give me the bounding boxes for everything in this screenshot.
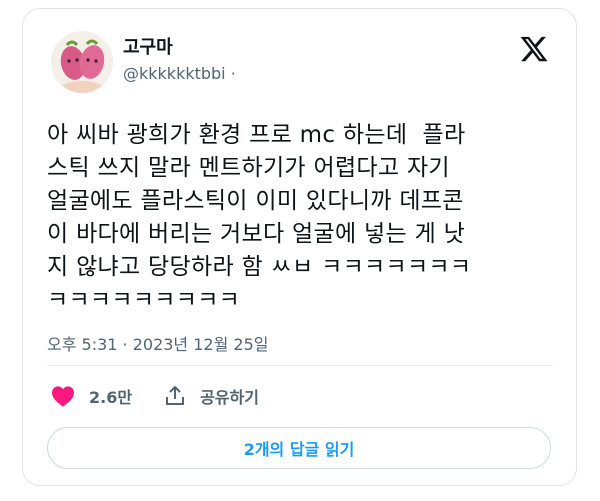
tweet-line: 아 씨바 광희가 환경 프로 mc 하는데 플라 xyxy=(47,122,466,148)
like-button[interactable]: 2.6만 xyxy=(51,384,132,408)
tweet-line: 얼굴에도 플라스틱이 이미 있다니까 데프콘 xyxy=(47,188,464,214)
tweet-card: 고구마 @kkkkkktbbi · 아 씨바 광희가 환경 프로 mc 하는데 … xyxy=(22,8,577,486)
handle-separator: · xyxy=(230,64,236,83)
tweet-line: 스틱 쓰지 말라 멘트하기가 어렵다고 자기 xyxy=(47,155,450,181)
author-display-name[interactable]: 고구마 xyxy=(123,33,173,59)
share-label: 공유하기 xyxy=(200,388,259,407)
x-logo-icon[interactable] xyxy=(519,34,549,64)
tweet-line: 이 바다에 버리는 거보다 얼굴에 넣는 게 낫 xyxy=(47,221,466,247)
read-replies-button[interactable]: 2개의 답글 읽기 xyxy=(47,427,551,469)
author-handle-row: @kkkkkktbbi · xyxy=(123,64,236,83)
share-icon xyxy=(166,386,185,405)
heart-icon xyxy=(52,386,74,407)
author-handle[interactable]: @kkkkkktbbi xyxy=(123,64,226,83)
divider xyxy=(47,365,553,366)
share-button[interactable]: 공유하기 xyxy=(164,384,259,408)
like-count: 2.6만 xyxy=(89,388,133,407)
sweet-potato-avatar-image xyxy=(51,31,113,93)
action-bar: 2.6만 공유하기 xyxy=(51,379,259,413)
tweet-line: 지 않냐고 당당하라 함 ㅆㅂ ㅋㅋㅋㅋㅋㅋㅋ xyxy=(47,254,472,280)
tweet-text: 아 씨바 광희가 환경 프로 mc 하는데 플라스틱 쓰지 말라 멘트하기가 어… xyxy=(47,119,567,317)
avatar[interactable] xyxy=(51,31,113,93)
tweet-timestamp[interactable]: 오후 5:31 · 2023년 12월 25일 xyxy=(47,331,268,355)
tweet-line: ㅋㅋㅋㅋㅋㅋㅋㅋㅋ xyxy=(47,287,241,313)
